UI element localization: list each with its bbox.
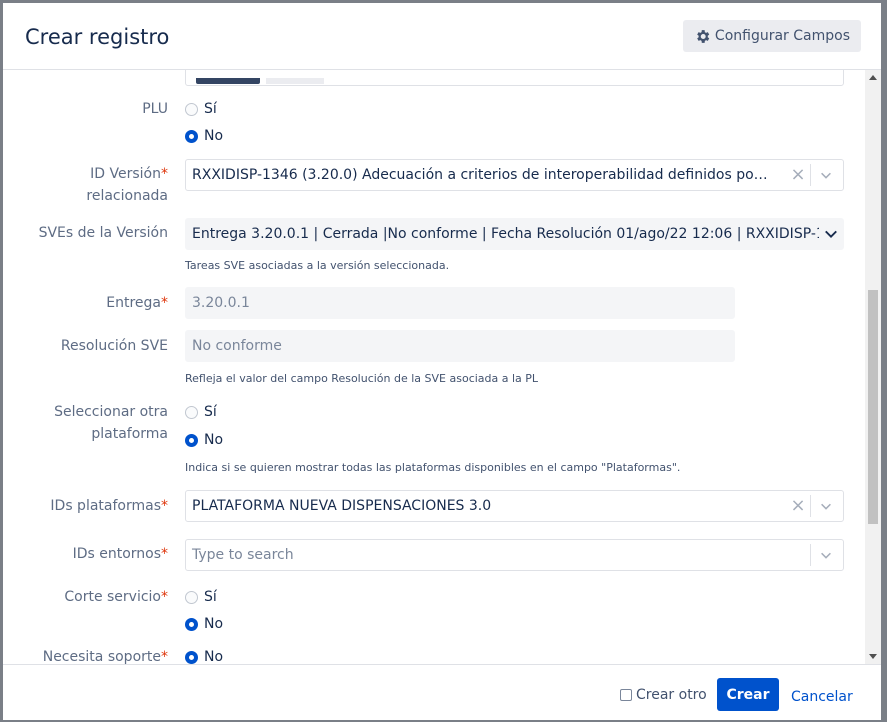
- dialog-header: Crear registro Configurar Campos: [3, 3, 881, 70]
- content-scrollbar[interactable]: [865, 70, 881, 664]
- chevron-down-icon[interactable]: [818, 540, 834, 570]
- sves-select[interactable]: Entrega 3.20.0.1 | Cerrada |No conforme …: [185, 218, 844, 250]
- seleccionar-otra-label: Seleccionar otra plataforma: [54, 404, 168, 442]
- corte-servicio-label: Corte servicio*: [64, 589, 168, 605]
- id-version-select[interactable]: RXXIDISP-1346 (3.20.0) Adecuación a crit…: [185, 159, 844, 191]
- radio-circle: [185, 590, 198, 604]
- radio-circle: [185, 102, 198, 116]
- resolucion-help-text: Refleja el valor del campo Resolución de…: [185, 372, 539, 385]
- partial-button-dark[interactable]: [196, 78, 260, 84]
- radio-circle: [185, 405, 198, 419]
- id-version-label: ID Versión* relacionada: [86, 166, 168, 204]
- chevron-down-icon[interactable]: [818, 160, 834, 190]
- seleccionar-otra-help-text: Indica si se quieren mostrar todas las p…: [185, 461, 681, 474]
- sves-help-text: Tareas SVE asociadas a la versión selecc…: [185, 259, 450, 272]
- crear-otro-checkbox[interactable]: Crear otro: [620, 687, 707, 703]
- gear-icon: [697, 29, 710, 43]
- plu-label: PLU: [142, 101, 168, 117]
- partial-button-light[interactable]: [266, 78, 324, 84]
- ids-plataformas-label: IDs plataformas*: [50, 498, 168, 514]
- configure-fields-label: Configurar Campos: [714, 28, 850, 44]
- crear-button[interactable]: Crear: [717, 678, 779, 711]
- radio-circle-checked: [185, 617, 198, 631]
- select-separator: [810, 544, 811, 566]
- scroll-down-arrow-icon[interactable]: [869, 654, 877, 659]
- sves-label: SVEs de la Versión: [38, 225, 168, 241]
- entrega-field: 3.20.0.1: [185, 287, 735, 319]
- scroll-up-arrow-icon[interactable]: [869, 75, 877, 80]
- otra-plataforma-radio-si[interactable]: Sí: [185, 404, 217, 420]
- form-content: PLU Sí No ID Versión* relacionada RXXIDI…: [3, 70, 865, 664]
- cancel-link[interactable]: Cancelar: [791, 689, 853, 705]
- necesita-soporte-label: Necesita soporte*: [42, 649, 168, 664]
- resolucion-field: No conforme: [185, 330, 735, 362]
- plu-radio-si[interactable]: Sí: [185, 101, 217, 117]
- plu-radio-no[interactable]: No: [185, 128, 223, 144]
- dialog-title: Crear registro: [25, 25, 170, 49]
- chevron-down-icon[interactable]: [823, 219, 839, 249]
- clear-icon[interactable]: ×: [787, 160, 809, 190]
- create-record-dialog: Crear registro Configurar Campos PLU Sí …: [3, 3, 881, 720]
- ids-entornos-select[interactable]: Type to search: [185, 539, 844, 571]
- dialog-footer: Crear otro Crear Cancelar: [3, 664, 881, 720]
- resolucion-label: Resolución SVE: [60, 338, 168, 354]
- ids-entornos-label: IDs entornos*: [72, 546, 168, 562]
- chevron-down-icon[interactable]: [818, 491, 834, 521]
- partial-field-top: [185, 70, 844, 86]
- radio-circle-checked: [185, 650, 198, 664]
- corte-servicio-radio-no[interactable]: No: [185, 616, 223, 632]
- entrega-label: Entrega*: [106, 295, 168, 311]
- ids-plataformas-select[interactable]: PLATAFORMA NUEVA DISPENSACIONES 3.0 ×: [185, 490, 844, 522]
- necesita-soporte-radio-no[interactable]: No: [185, 649, 223, 664]
- checkbox-box[interactable]: [620, 689, 632, 701]
- clear-icon[interactable]: ×: [787, 491, 809, 521]
- scroll-thumb[interactable]: [868, 290, 878, 524]
- otra-plataforma-radio-no[interactable]: No: [185, 432, 223, 448]
- corte-servicio-radio-si[interactable]: Sí: [185, 589, 217, 605]
- radio-circle-checked: [185, 433, 198, 447]
- select-separator: [810, 495, 811, 517]
- radio-circle-checked: [185, 129, 198, 143]
- select-separator: [810, 164, 811, 186]
- configure-fields-button[interactable]: Configurar Campos: [682, 20, 861, 52]
